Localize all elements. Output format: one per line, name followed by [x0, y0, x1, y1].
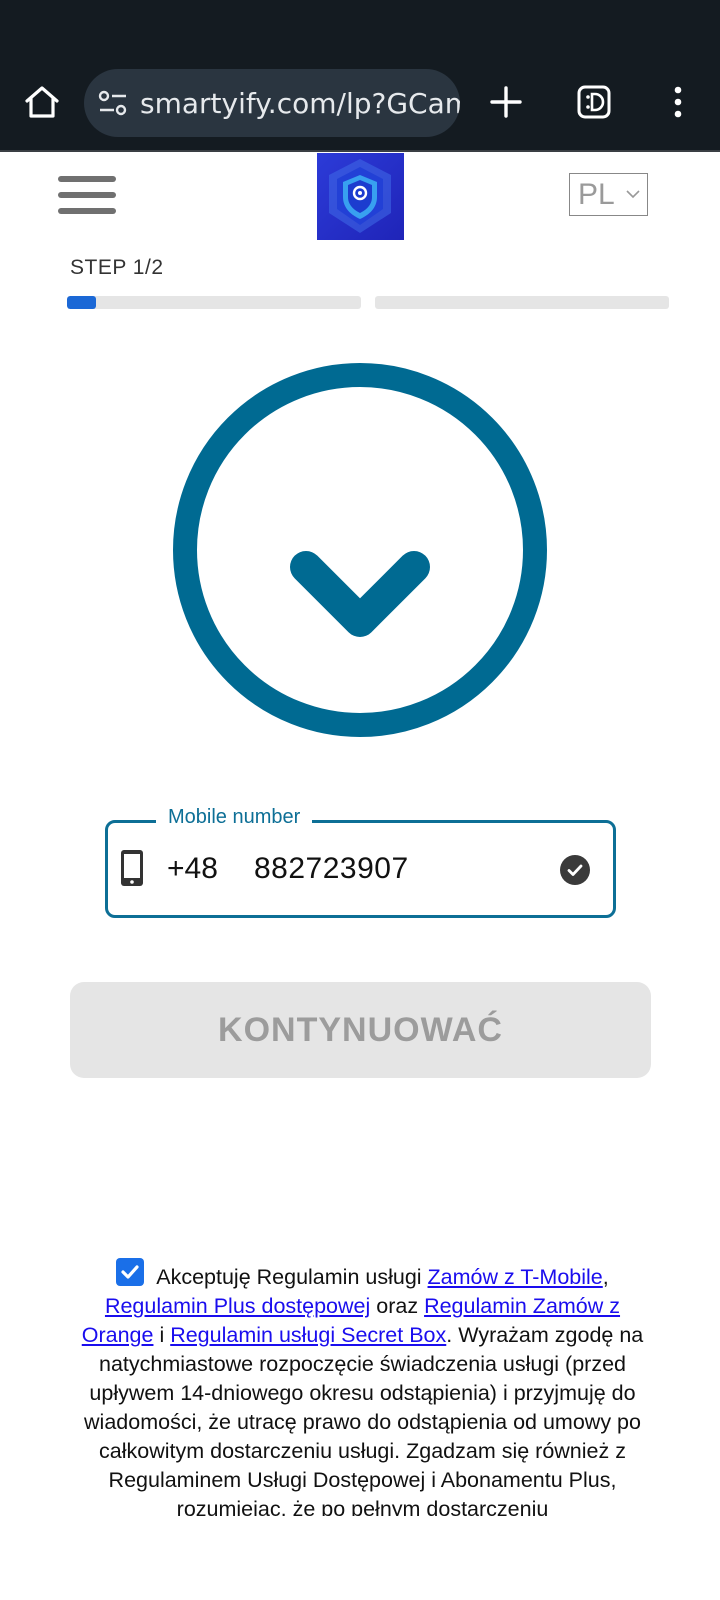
consent-text-5: . Wyrażam zgodę na natychmiastowe rozpoc… — [84, 1323, 644, 1516]
browser-toolbar: smartyify.com/lp?GCamp — [0, 0, 720, 152]
check-circle-icon — [560, 855, 590, 885]
hamburger-menu-icon[interactable] — [58, 176, 116, 216]
consent-text-3: oraz — [370, 1294, 425, 1318]
progress-bar-step-2 — [375, 296, 669, 309]
site-settings-icon[interactable] — [98, 90, 128, 116]
country-code[interactable]: +48 — [167, 852, 218, 886]
consent-checkbox[interactable] — [116, 1258, 145, 1286]
mobile-number-field[interactable]: Mobile number +48 882723907 — [105, 806, 616, 918]
consent-text-2: , — [602, 1265, 609, 1289]
continue-button[interactable]: KONTYNUOWAĆ — [70, 982, 651, 1078]
language-code: PL — [578, 178, 615, 211]
consent-block: Akceptuję Regulamin usługi Zamów z T-Mob… — [70, 1258, 655, 1516]
progress-bar-step-1 — [67, 296, 361, 309]
shield-logo — [317, 153, 404, 240]
phone-icon — [121, 850, 143, 886]
language-select[interactable]: PL — [569, 173, 648, 216]
new-tab-icon[interactable] — [488, 84, 524, 120]
url-text[interactable]: smartyify.com/lp?GCamp — [140, 87, 460, 120]
step-label: STEP 1/2 — [70, 256, 164, 279]
consent-text-4: i — [153, 1323, 171, 1347]
chevron-down-icon — [626, 190, 640, 199]
mobile-number-input[interactable]: 882723907 — [254, 852, 409, 886]
mobile-number-label: Mobile number — [156, 806, 313, 829]
consent-text-1: Akceptuję Regulamin usługi — [156, 1265, 428, 1289]
home-icon[interactable] — [22, 82, 62, 122]
link-zamow-t-mobile[interactable]: Zamów z T-Mobile — [428, 1265, 603, 1289]
download-arrow-icon — [173, 363, 547, 737]
link-secret-box[interactable]: Regulamin usługi Secret Box — [170, 1323, 446, 1347]
overflow-menu-icon[interactable] — [660, 84, 696, 120]
address-bar[interactable]: smartyify.com/lp?GCamp — [84, 69, 460, 137]
progress-fill-step-1 — [67, 296, 97, 309]
link-regulamin-plus[interactable]: Regulamin Plus dostępowej — [105, 1294, 370, 1318]
tab-switcher-icon[interactable] — [576, 84, 612, 120]
checkmark-icon — [121, 1265, 139, 1279]
